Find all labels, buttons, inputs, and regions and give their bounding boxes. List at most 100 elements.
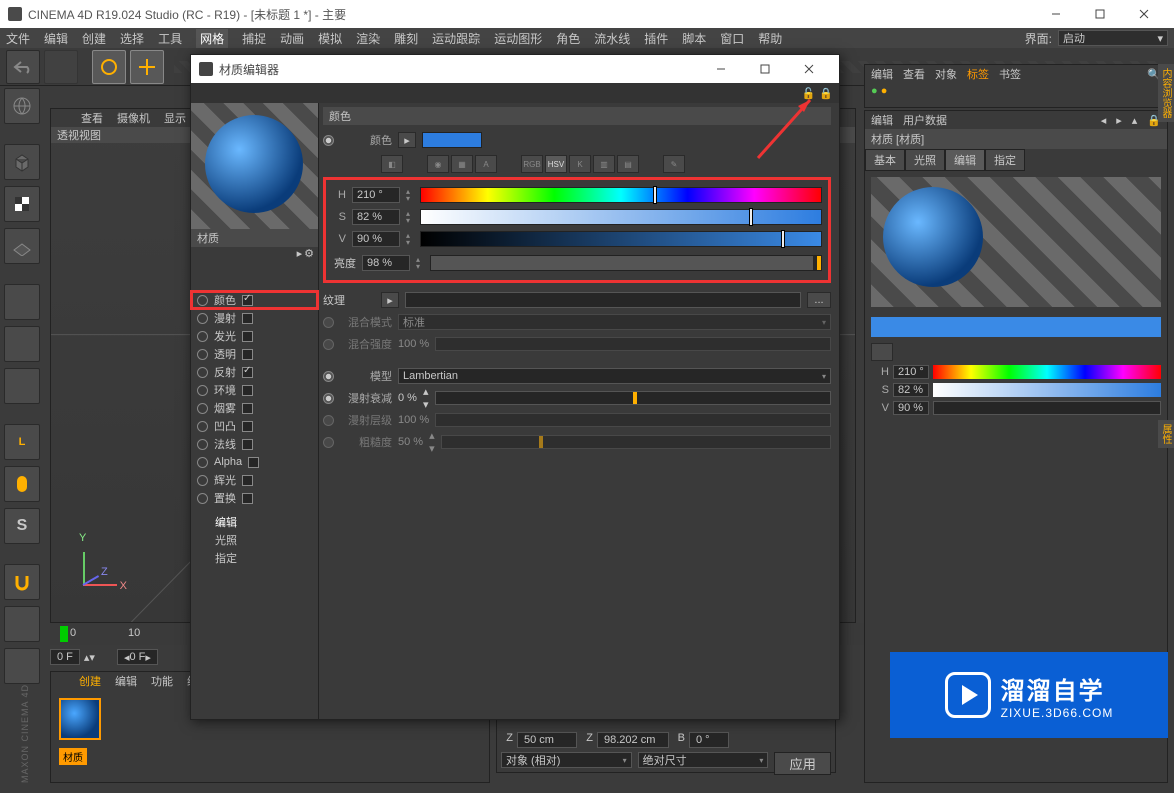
channel-radio[interactable] [197,385,208,396]
cube-icon[interactable] [4,144,40,180]
coord-apply-button[interactable]: 应用 [774,752,831,775]
attr-menu-edit[interactable]: 编辑 [871,112,893,128]
nav-back-icon[interactable]: ◂ [1101,114,1107,127]
channel-checkbox[interactable] [242,295,253,306]
window-close-button[interactable] [1122,0,1166,28]
attr-s-slider[interactable] [933,383,1161,397]
dialog-material-name[interactable]: 材质 [191,229,318,247]
menu-animate[interactable]: 动画 [280,30,304,47]
menu-sculpt[interactable]: 雕刻 [394,30,418,47]
redo-button[interactable] [44,50,78,84]
coord-size-z[interactable]: 50 cm [517,732,577,748]
mode-picture-icon[interactable]: A [475,155,497,173]
sublink-assign[interactable]: 指定 [191,549,318,567]
dialog-preview[interactable] [191,103,318,229]
channel-row-烟雾[interactable]: 烟雾 [191,399,318,417]
channel-checkbox[interactable] [242,385,253,396]
undo-button[interactable] [6,50,40,84]
objpanel-menu-objects[interactable]: 对象 [935,66,957,82]
mode-wheel-icon[interactable]: ◉ [427,155,449,173]
mode-swatch-icon[interactable]: ◧ [381,155,403,173]
hsv-s-slider[interactable] [420,209,822,225]
mode-hsv-button[interactable]: HSV [545,155,567,173]
viewport-menu-camera[interactable]: 摄像机 [117,110,150,126]
attr-v-value[interactable]: 90 % [893,401,929,415]
channel-radio[interactable] [197,403,208,414]
edge-tab-attr[interactable]: 属性 [1158,420,1174,448]
channel-radio[interactable] [197,439,208,450]
brightness-slider[interactable] [430,255,822,271]
attr-color-swatch[interactable] [871,317,1161,337]
channel-checkbox[interactable] [248,457,259,468]
channel-row-法线[interactable]: 法线 [191,435,318,453]
hsv-s-value[interactable]: 82 % [352,209,400,225]
spinner-icon[interactable]: ▴▾ [84,651,95,664]
workplane-icon[interactable] [4,228,40,264]
channel-row-透明[interactable]: 透明 [191,345,318,363]
model-radio[interactable] [323,371,334,382]
attr-tab-assign[interactable]: 指定 [985,149,1025,171]
channel-radio[interactable] [197,295,208,306]
channel-radio[interactable] [197,421,208,432]
color-expand-button[interactable]: ▸ [398,132,416,148]
menu-select[interactable]: 选择 [120,30,144,47]
viewport-menu-display[interactable]: 显示 [164,110,186,126]
channel-row-置换[interactable]: 置换 [191,489,318,507]
mode-rgb-button[interactable]: RGB [521,155,543,173]
window-minimize-button[interactable] [1034,0,1078,28]
diffuse-falloff-spinner[interactable]: ▴▾ [423,385,429,411]
polygons-mode-icon[interactable] [4,368,40,404]
hsv-h-spinner[interactable]: ▴▾ [406,188,414,202]
menu-script[interactable]: 脚本 [682,30,706,47]
texture-icon[interactable] [4,186,40,222]
mode-spectrum-icon[interactable]: ▦ [451,155,473,173]
model-mode-icon[interactable] [4,88,40,124]
hsv-v-value[interactable]: 90 % [352,231,400,247]
channel-checkbox[interactable] [242,475,253,486]
attr-v-slider[interactable] [933,401,1161,415]
menu-snap[interactable]: 捕捉 [242,30,266,47]
channel-row-漫射[interactable]: 漫射 [191,309,318,327]
menu-tools[interactable]: 工具 [158,30,182,47]
attr-tab-editor[interactable]: 编辑 [945,149,985,171]
attr-tab-basic[interactable]: 基本 [865,149,905,171]
dialog-close-button[interactable] [787,55,831,83]
coord-size-mode-select[interactable]: 绝对尺寸▾ [638,752,769,768]
menu-motiontrack[interactable]: 运动跟踪 [432,30,480,47]
material-thumbnail[interactable] [59,698,101,740]
preview-play-icon[interactable]: ▸ [297,247,303,263]
sublink-illum[interactable]: 光照 [191,531,318,549]
channel-row-颜色[interactable]: 颜色 [191,291,318,309]
edges-mode-icon[interactable] [4,326,40,362]
attr-menu-userdata[interactable]: 用户数据 [903,112,947,128]
object-row[interactable]: ● ● [865,83,1167,99]
brightness-value[interactable]: 98 % [362,255,410,271]
nav-up-icon[interactable]: ▴ [1132,114,1138,127]
brightness-spinner[interactable]: ▴▾ [416,256,424,270]
attr-s-value[interactable]: 82 % [893,383,929,397]
diffuse-falloff-slider[interactable] [435,391,832,405]
attr-h-slider[interactable] [933,365,1161,379]
diffuse-falloff-radio[interactable] [323,393,334,404]
hsv-s-spinner[interactable]: ▴▾ [406,210,414,224]
texture-field[interactable] [405,292,801,308]
dialog-titlebar[interactable]: 材质编辑器 [191,55,839,83]
sublink-edit[interactable]: 编辑 [191,513,318,531]
menu-plugins[interactable]: 插件 [644,30,668,47]
channel-radio[interactable] [197,475,208,486]
matmgr-menu-create[interactable]: 创建 [79,673,101,689]
axis-l-icon[interactable]: L [4,424,40,460]
mouse-icon[interactable] [4,466,40,502]
menu-window[interactable]: 窗口 [720,30,744,47]
channel-row-凹凸[interactable]: 凹凸 [191,417,318,435]
channel-radio[interactable] [197,313,208,324]
matmgr-menu-function[interactable]: 功能 [151,673,173,689]
coord-scale-z[interactable]: 98.202 cm [597,732,669,748]
color-enable-radio[interactable] [323,135,334,146]
channel-checkbox[interactable] [242,367,253,378]
lock-closed-icon[interactable]: 🔒 [819,87,833,100]
model-select[interactable]: Lambertian▾ [398,368,831,384]
eyedropper-icon[interactable]: ✎ [663,155,685,173]
move-tool[interactable] [130,50,164,84]
channel-checkbox[interactable] [242,439,253,450]
